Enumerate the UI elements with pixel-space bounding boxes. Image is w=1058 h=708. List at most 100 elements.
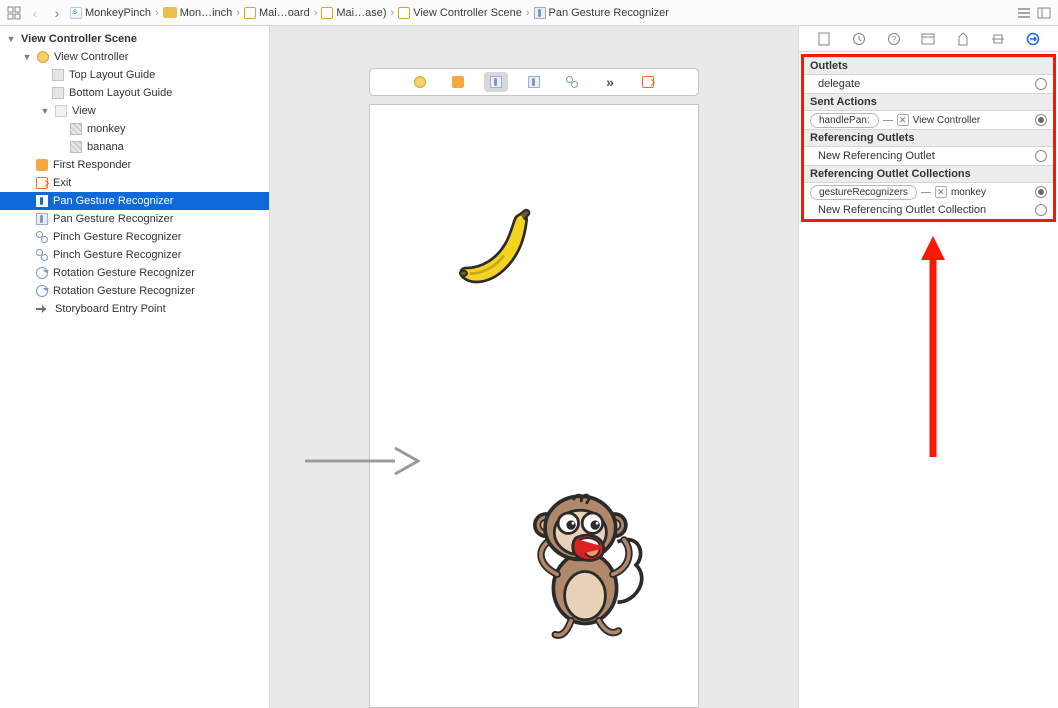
forward-button[interactable]: ›	[48, 5, 66, 21]
exit-icon	[36, 177, 48, 189]
connection-ring-icon[interactable]	[1035, 78, 1047, 90]
connections-inspector-tab[interactable]	[1024, 30, 1042, 48]
outline-banana-image[interactable]: banana	[0, 138, 269, 156]
connection-line-icon	[883, 120, 893, 121]
identity-inspector-tab[interactable]	[919, 30, 937, 48]
dock-pan-gesture-2-icon[interactable]	[522, 72, 546, 92]
outlet-label: New Referencing Outlet Collection	[810, 204, 986, 216]
crumb-project[interactable]: MonkeyPinch	[70, 7, 151, 19]
device-frame[interactable]	[369, 104, 699, 708]
outline-entry-point[interactable]: Storyboard Entry Point	[0, 300, 269, 318]
svg-text:?: ?	[892, 35, 897, 44]
dock-first-responder-icon[interactable]	[446, 72, 470, 92]
referencing-outlets-header: Referencing Outlets	[804, 129, 1053, 147]
inspector-body: Outlets delegate Sent Actions handlePan:…	[799, 52, 1058, 224]
help-inspector-tab[interactable]: ?	[885, 30, 903, 48]
outline-label: Top Layout Guide	[69, 69, 155, 81]
outline-pan-gesture-1[interactable]: Pan Gesture Recognizer	[0, 192, 269, 210]
outline-first-responder[interactable]: First Responder	[0, 156, 269, 174]
crumb-label: Pan Gesture Recognizer	[549, 7, 669, 19]
collection-target: monkey	[951, 187, 986, 198]
outline-scene[interactable]: View Controller Scene	[0, 30, 269, 48]
disclosure-icon[interactable]	[40, 106, 50, 116]
crumb-storyboard[interactable]: Mai…oard	[244, 7, 310, 19]
outline-rotation-gesture-2[interactable]: Rotation Gesture Recognizer	[0, 282, 269, 300]
rotation-gesture-icon	[36, 285, 48, 297]
crumb-gesture[interactable]: Pan Gesture Recognizer	[534, 7, 669, 19]
dock-pinch-gesture-icon[interactable]	[560, 72, 584, 92]
outline-exit[interactable]: Exit	[0, 174, 269, 192]
outline-label: Exit	[53, 177, 71, 189]
chevron-right-icon: ›	[524, 7, 532, 19]
attributes-inspector-tab[interactable]	[954, 30, 972, 48]
outline-label: Storyboard Entry Point	[55, 303, 166, 315]
outline-monkey-image[interactable]: monkey	[0, 120, 269, 138]
crumb-storyboard-base[interactable]: Mai…ase)	[321, 7, 386, 19]
outline-label: Bottom Layout Guide	[69, 87, 172, 99]
disclosure-icon[interactable]	[22, 52, 32, 62]
collection-pill: gestureRecognizers	[810, 185, 917, 200]
outline-view[interactable]: View	[0, 102, 269, 120]
outline-viewcontroller[interactable]: View Controller	[0, 48, 269, 66]
new-referencing-collection-row[interactable]: New Referencing Outlet Collection	[804, 201, 1053, 219]
banana-image[interactable]	[450, 205, 540, 295]
layout-guide-icon	[52, 87, 64, 99]
dock-more-icon[interactable]: »	[598, 72, 622, 92]
delegate-outlet-row[interactable]: delegate	[804, 75, 1053, 93]
dock-pan-gesture-icon[interactable]	[484, 72, 508, 92]
outline-label: Rotation Gesture Recognizer	[53, 285, 195, 297]
outline-label: View Controller	[54, 51, 128, 63]
crumb-label: Mai…ase)	[336, 7, 386, 19]
chevron-right-icon: ›	[153, 7, 161, 19]
monkey-image[interactable]	[520, 485, 650, 645]
dock-exit-icon[interactable]	[636, 72, 660, 92]
crumb-scene[interactable]: View Controller Scene	[398, 7, 522, 19]
project-icon	[70, 7, 82, 19]
file-inspector-tab[interactable]	[815, 30, 833, 48]
outline-label: View Controller Scene	[21, 33, 137, 45]
scene-icon	[398, 7, 410, 19]
outline-label: banana	[87, 141, 124, 153]
connection-ring-icon[interactable]	[1035, 150, 1047, 162]
outline-pan-gesture-2[interactable]: Pan Gesture Recognizer	[0, 210, 269, 228]
scene-dock: »	[369, 68, 699, 96]
crumb-folder[interactable]: Mon…inch	[163, 7, 233, 19]
dock-vc-icon[interactable]	[408, 72, 432, 92]
folder-icon	[163, 7, 177, 18]
document-outline[interactable]: View Controller Scene View Controller To…	[0, 26, 270, 708]
related-items-icon[interactable]	[6, 5, 22, 21]
connection-ring-icon[interactable]	[1035, 204, 1047, 216]
disclosure-icon[interactable]	[6, 34, 16, 44]
history-inspector-tab[interactable]	[850, 30, 868, 48]
handlepan-action-row[interactable]: handlePan: ✕ View Controller	[804, 111, 1053, 129]
entry-point-icon	[36, 304, 50, 314]
outlet-label: New Referencing Outlet	[810, 150, 935, 162]
chevron-right-icon: ›	[234, 7, 242, 19]
remove-connection-button[interactable]: ✕	[897, 114, 909, 126]
imageview-icon	[70, 123, 82, 135]
outline-pinch-gesture-2[interactable]: Pinch Gesture Recognizer	[0, 246, 269, 264]
chevron-right-icon: ›	[312, 7, 320, 19]
outline-top-layout-guide[interactable]: Top Layout Guide	[0, 66, 269, 84]
back-button[interactable]: ‹	[26, 5, 44, 21]
gesture-recognizers-row[interactable]: gestureRecognizers ✕ monkey	[804, 183, 1053, 201]
breadcrumb-bar: ‹ › MonkeyPinch › Mon…inch › Mai…oard › …	[0, 0, 1058, 26]
outline-toggle-icon[interactable]	[1016, 5, 1032, 21]
new-referencing-outlet-row[interactable]: New Referencing Outlet	[804, 147, 1053, 165]
outline-bottom-layout-guide[interactable]: Bottom Layout Guide	[0, 84, 269, 102]
canvas-area[interactable]: »	[270, 26, 798, 708]
outline-pinch-gesture-1[interactable]: Pinch Gesture Recognizer	[0, 228, 269, 246]
pinch-gesture-icon	[36, 249, 48, 261]
adjust-editor-icon[interactable]	[1036, 5, 1052, 21]
remove-connection-button[interactable]: ✕	[935, 186, 947, 198]
outline-label: Rotation Gesture Recognizer	[53, 267, 195, 279]
size-inspector-tab[interactable]	[989, 30, 1007, 48]
pan-gesture-icon	[36, 195, 48, 207]
action-target: View Controller	[913, 115, 981, 126]
storyboard-icon	[244, 7, 256, 19]
inspector-panel: ? Outlets delegate Sent Actions handlePa…	[798, 26, 1058, 708]
layout-guide-icon	[52, 69, 64, 81]
connection-ring-icon[interactable]	[1035, 114, 1047, 126]
connection-ring-icon[interactable]	[1035, 186, 1047, 198]
outline-rotation-gesture-1[interactable]: Rotation Gesture Recognizer	[0, 264, 269, 282]
